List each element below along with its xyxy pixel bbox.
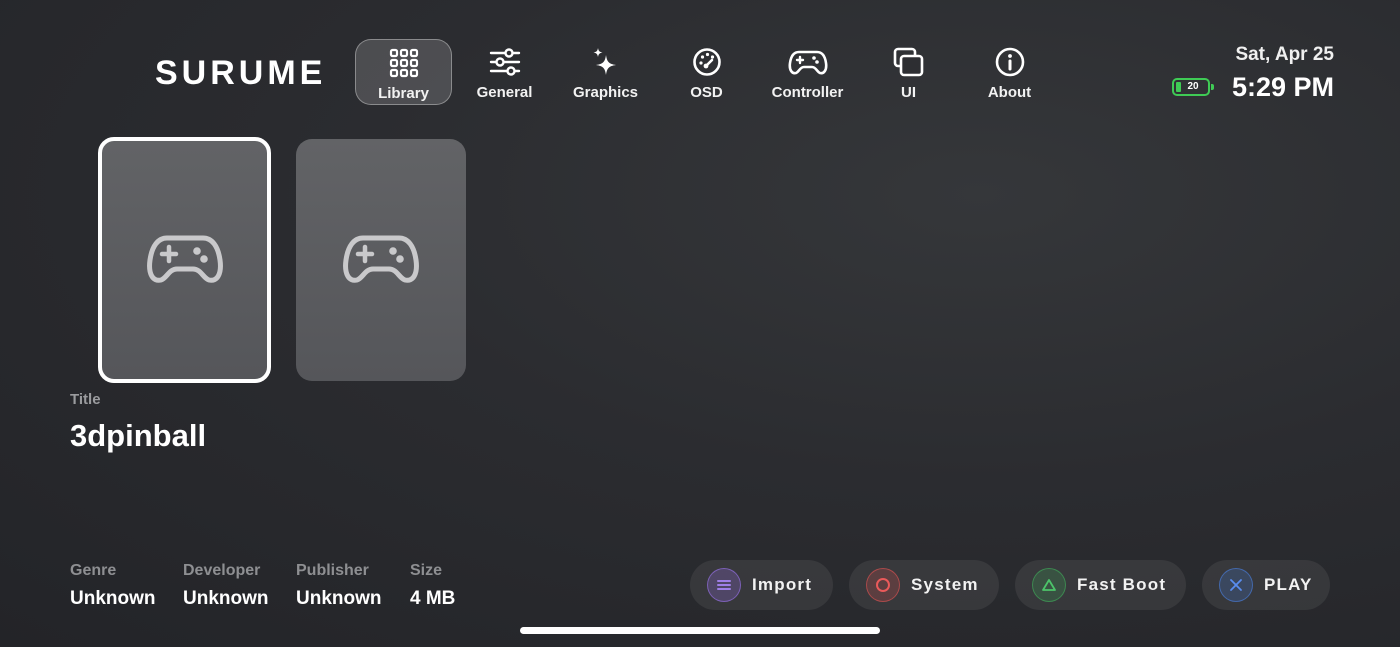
battery-level: 20 [1187, 81, 1199, 92]
home-indicator[interactable] [520, 627, 880, 634]
meta-value: Unknown [70, 588, 156, 609]
meta-value: Unknown [183, 588, 269, 609]
meta-developer: Developer Unknown [183, 562, 269, 610]
meta-publisher: Publisher Unknown [296, 562, 382, 610]
triangle-icon [1032, 568, 1066, 602]
meta-label: Size [410, 562, 443, 579]
top-nav: Library General Graphics OSD Controller … [355, 39, 1062, 105]
tab-label: General [476, 84, 533, 101]
meta-size: Size 4 MB [410, 562, 455, 610]
grid-icon [389, 48, 418, 78]
tab-graphics[interactable]: Graphics [557, 39, 654, 105]
fast-boot-label: Fast Boot [1077, 575, 1167, 594]
cross-icon [1219, 568, 1253, 602]
import-label: Import [752, 575, 813, 594]
game-title: 3dpinball [70, 418, 207, 453]
sparkles-icon [593, 48, 616, 75]
tab-ui[interactable]: UI [860, 39, 957, 105]
gauge-icon [692, 48, 721, 76]
tab-label: Graphics [572, 84, 639, 101]
time-label: 5:29 PM [1231, 72, 1334, 102]
system-button[interactable]: System [849, 560, 999, 610]
tab-controller[interactable]: Controller [759, 39, 856, 105]
gamepad-icon [146, 235, 223, 283]
tab-label: Library [378, 85, 429, 102]
date-label: Sat, Apr 25 [1235, 44, 1334, 65]
windows-icon [893, 47, 923, 77]
meta-value: 4 MB [410, 588, 456, 609]
tab-label: UI [901, 84, 916, 101]
import-button[interactable]: Import [690, 560, 833, 610]
meta-label: Genre [70, 562, 117, 579]
battery-icon: 20 [1172, 78, 1214, 96]
meta-genre: Genre Unknown [70, 562, 156, 610]
meta-value: Unknown [296, 588, 382, 609]
fast-boot-button[interactable]: Fast Boot [1015, 560, 1186, 610]
tab-about[interactable]: About [961, 39, 1058, 105]
circle-icon [866, 568, 900, 602]
tab-label: OSD [690, 84, 723, 101]
tab-label: Controller [771, 84, 844, 101]
tab-library[interactable]: Library [355, 39, 452, 105]
tab-osd[interactable]: OSD [658, 39, 755, 105]
gamepad-icon [343, 235, 419, 283]
gamepad-icon [788, 50, 827, 75]
system-label: System [911, 575, 979, 594]
title-label: Title [70, 391, 101, 408]
game-card-selected[interactable] [98, 137, 271, 383]
meta-label: Developer [183, 562, 261, 579]
meta-label: Publisher [296, 562, 369, 579]
tab-label: About [987, 84, 1032, 101]
play-button[interactable]: PLAY [1202, 560, 1330, 610]
info-icon [995, 47, 1024, 77]
play-label: PLAY [1264, 575, 1313, 594]
tab-general[interactable]: General [456, 39, 553, 105]
menu-icon [707, 568, 741, 602]
app-logo: SURUME [155, 54, 327, 92]
sliders-icon [489, 48, 520, 76]
game-card[interactable] [296, 139, 466, 381]
